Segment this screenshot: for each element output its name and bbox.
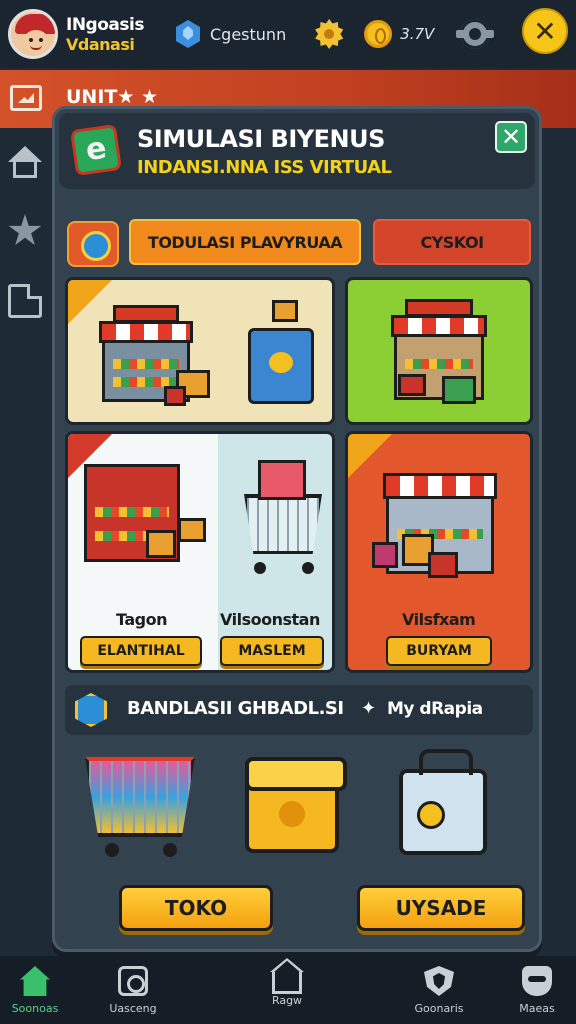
panel-close-button[interactable]: ✕ — [495, 121, 527, 153]
nav-item-home[interactable]: Soonoas — [0, 956, 90, 1024]
mask-icon — [522, 966, 552, 996]
warung-minimarket-card[interactable]: Tagon Vilsoonstan ELANTIHAL MASLEM — [65, 431, 335, 673]
sparkle-icon: ✦ — [361, 698, 377, 719]
nav-label: Uasceng — [109, 1002, 157, 1015]
panel-subtitle: INDANSI.NNA ISS VIRTUAL — [137, 157, 392, 178]
nav-item-target[interactable]: Uasceng — [78, 956, 188, 1024]
nav-label: Ragw — [271, 994, 303, 1007]
basket-icon — [258, 460, 306, 500]
tab-shop[interactable]: CYSKOI — [373, 219, 531, 265]
player-subtitle: Vdanasi — [66, 34, 135, 54]
cart-wheel-icon — [254, 562, 266, 574]
section-banner: BANDLASII GHBADL.SI ✦ My dRapia — [65, 685, 533, 735]
cart-wheel-icon — [302, 562, 314, 574]
market-stall-card[interactable] — [345, 277, 533, 425]
nav-item-mask[interactable]: Maeas — [482, 956, 576, 1024]
left-rail — [0, 128, 50, 950]
business-logo-icon — [70, 124, 122, 176]
tab-badge-icon[interactable] — [67, 221, 119, 267]
nav-label: Goonaris — [414, 1002, 464, 1015]
box-icon[interactable] — [245, 757, 347, 853]
hexagon-icon — [75, 693, 107, 727]
toko-card[interactable]: Vilsfxam BURYAM — [345, 431, 533, 673]
toko-action-button[interactable]: TOKO — [119, 885, 273, 931]
unit-label: UNIT★ ★ — [66, 86, 159, 108]
rail-document-icon[interactable] — [8, 284, 42, 318]
nav-label: Maeas — [519, 1002, 555, 1015]
upgrade-button[interactable]: UYSADE — [357, 885, 525, 931]
shield-icon — [424, 966, 454, 996]
top-bar: INgoasis Vdanasi Cgestunn 3.7V — [0, 0, 576, 68]
image-icon[interactable] — [10, 85, 42, 111]
badge-icon[interactable] — [315, 19, 344, 49]
crate-icon — [398, 374, 426, 396]
house-icon — [272, 972, 302, 994]
panel-header: SIMULASI BIYENUS INDANSI.NNA ISS VIRTUAL… — [59, 113, 535, 189]
warung-label: Tagon — [116, 610, 167, 629]
crate-icon — [146, 530, 176, 558]
simulation-panel: SIMULASI BIYENUS INDANSI.NNA ISS VIRTUAL… — [52, 106, 542, 952]
crate-icon — [178, 518, 206, 542]
rail-star-icon[interactable] — [8, 214, 42, 245]
shopping-cart-icon[interactable] — [85, 757, 195, 837]
nav-item-shield[interactable]: Goonaris — [384, 956, 494, 1024]
gem-icon — [176, 20, 200, 48]
cart-wheel-icon — [163, 843, 177, 857]
tab-simulation[interactable]: TODULASI PLAVYRUAA — [129, 219, 361, 265]
gem-stat-text: Cgestunn — [210, 24, 287, 44]
nav-label: Soonoas — [11, 1002, 59, 1015]
nav-item-house[interactable]: Ragw — [232, 956, 342, 1024]
crate-icon — [372, 542, 398, 568]
gem-stat[interactable]: Cgestunn — [176, 20, 286, 48]
player-name: INgoasis — [66, 14, 144, 35]
toko-label: Vilsfxam — [402, 610, 476, 629]
panel-title: SIMULASI BIYENUS — [137, 125, 385, 153]
toko-button[interactable]: BURYAM — [386, 636, 492, 666]
section-title: BANDLASII GHBADL.SI — [127, 698, 344, 719]
cart-wheel-icon — [105, 843, 119, 857]
coin-amount: 3.7V — [400, 25, 435, 43]
settings-gear-icon[interactable] — [456, 19, 495, 49]
rail-home-icon[interactable] — [8, 146, 42, 180]
crate-icon — [442, 376, 476, 404]
minimarket-button[interactable]: MASLEM — [220, 636, 324, 666]
section-extra-label: My dRapia — [387, 699, 483, 719]
shopping-cart-icon — [244, 494, 322, 554]
bottom-nav: Soonoas Uasceng Ragw Goonaris Maeas — [0, 956, 576, 1024]
player-avatar[interactable] — [8, 9, 58, 59]
close-icon[interactable]: ✕ — [522, 8, 568, 54]
crate-icon — [164, 386, 186, 406]
home-icon — [20, 966, 50, 996]
card-ribbon — [68, 280, 112, 324]
warung-button[interactable]: ELANTIHAL — [80, 636, 202, 666]
store-card[interactable] — [65, 277, 335, 425]
package-icon — [272, 300, 298, 322]
crate-icon — [428, 552, 458, 578]
player-info: INgoasis Vdanasi — [66, 15, 166, 54]
target-icon — [118, 966, 148, 996]
card-ribbon — [348, 434, 392, 478]
minimarket-label: Vilsoonstan — [220, 610, 320, 629]
vending-machine-icon — [248, 328, 314, 404]
coin-icon — [364, 20, 393, 48]
basket-icon[interactable] — [399, 749, 487, 855]
